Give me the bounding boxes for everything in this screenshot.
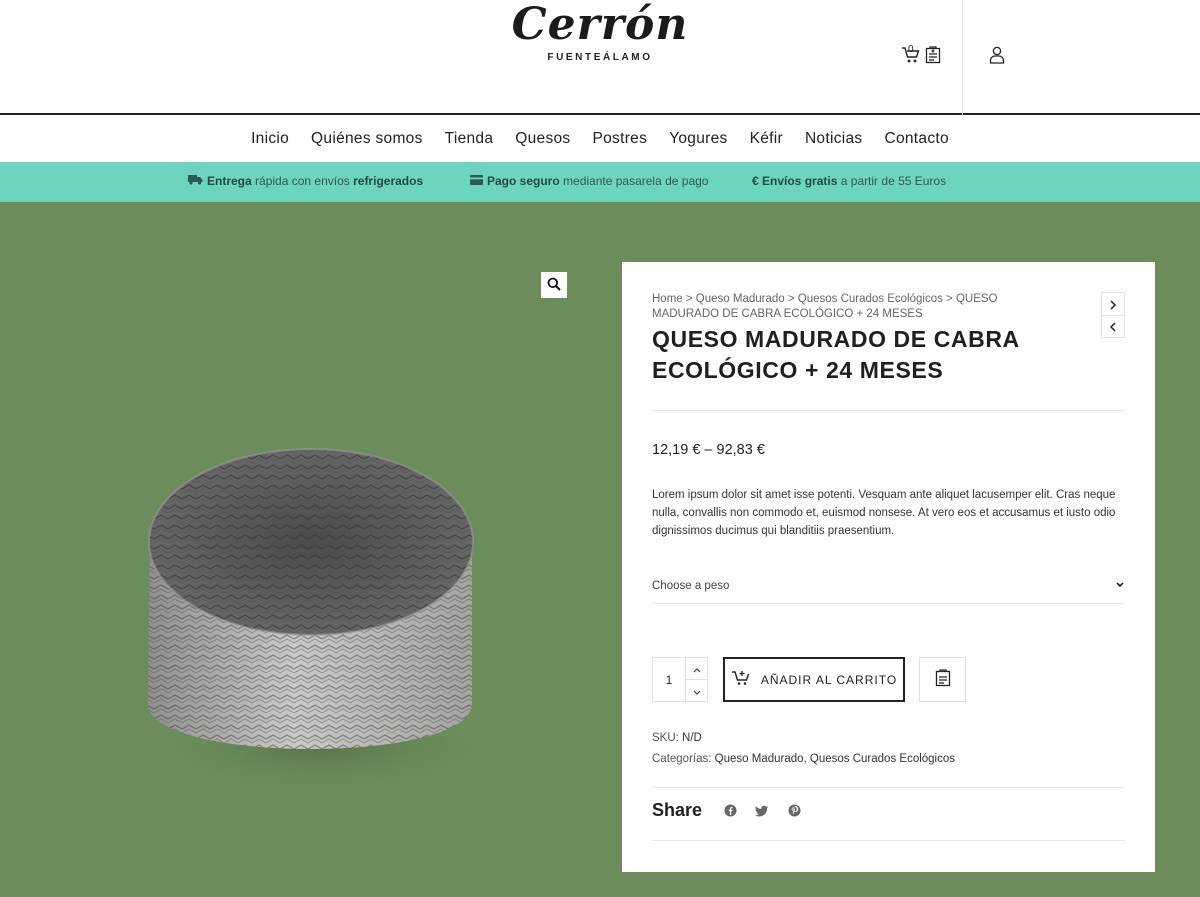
product-title: QUESO MADURADO DE CABRA ECOLÓGICO + 24 M… xyxy=(652,326,1019,383)
wishlist-icon xyxy=(935,668,951,691)
share-section: Share xyxy=(652,800,802,821)
logo-subtitle: FUENTEÁLAMO xyxy=(547,52,653,63)
nav-item-contacto[interactable]: Contacto xyxy=(884,130,948,148)
product-section: Home > Queso Madurado > Quesos Curados E… xyxy=(0,202,1200,897)
header-divider xyxy=(962,0,963,115)
product-price: 12,19 € – 92,83 € xyxy=(652,442,765,458)
quantity-increase-button[interactable] xyxy=(686,658,707,679)
promo-payment-bold: Pago seguro xyxy=(487,174,560,188)
breadcrumb[interactable]: Home > Queso Madurado > Quesos Curados E… xyxy=(652,292,1022,322)
nav-item-quienes-somos[interactable]: Quiénes somos xyxy=(311,130,423,148)
product-sku: SKU: N/D xyxy=(652,732,702,744)
truck-icon xyxy=(188,174,203,188)
weight-select-value: Choose a peso xyxy=(652,579,730,592)
nav-item-yogures[interactable]: Yogures xyxy=(669,130,727,148)
divider xyxy=(652,410,1125,411)
logo-script: Cerrón xyxy=(511,0,689,50)
promo-payment-text: mediante pasarela de pago xyxy=(559,174,709,188)
quantity-decrease-button[interactable] xyxy=(686,679,707,701)
promo-delivery: Entrega rápida con envíos refrigerados xyxy=(188,174,423,188)
zoom-button[interactable] xyxy=(541,272,567,298)
cart-add-icon xyxy=(731,670,751,689)
product-categories: Categorías: Queso Madurado, Quesos Curad… xyxy=(652,753,955,765)
promo-bar: Entrega rápida con envíos refrigerados P… xyxy=(0,162,1200,202)
nav-item-inicio[interactable]: Inicio xyxy=(251,130,289,148)
chevron-up-icon xyxy=(692,659,702,678)
pinterest-icon[interactable] xyxy=(786,803,802,819)
promo-delivery-bold2: refrigerados xyxy=(353,174,424,188)
nav-item-quesos[interactable]: Quesos xyxy=(515,130,570,148)
add-to-wishlist-button[interactable] xyxy=(919,657,966,702)
product-summary-panel: Home > Queso Madurado > Quesos Curados E… xyxy=(622,262,1155,872)
add-to-cart-button[interactable]: AÑADIR AL CARRITO xyxy=(723,657,905,702)
add-to-cart-label: AÑADIR AL CARRITO xyxy=(760,672,898,687)
categories-label: Categorías: xyxy=(652,753,712,765)
site-logo[interactable]: Cerrón FUENTEÁLAMO xyxy=(500,0,700,70)
quantity-stepper: 1 xyxy=(652,657,708,702)
main-navigation: Inicio Quiénes somos Tienda Quesos Postr… xyxy=(0,115,1200,162)
twitter-icon[interactable] xyxy=(754,803,770,819)
promo-shipping: € Envíos gratis a partir de 55 Euros xyxy=(752,174,946,188)
card-icon xyxy=(470,174,483,188)
weight-select[interactable]: Choose a peso xyxy=(652,568,1125,604)
promo-shipping-bold: € Envíos gratis xyxy=(752,174,838,188)
share-label: Share xyxy=(652,800,703,820)
user-icon[interactable] xyxy=(986,44,1008,66)
wishlist-icon[interactable] xyxy=(922,44,944,66)
prev-product-button[interactable] xyxy=(1102,315,1124,337)
sku-value: N/D xyxy=(682,732,702,744)
promo-delivery-text: rápida con envíos xyxy=(251,174,354,188)
nav-item-postres[interactable]: Postres xyxy=(592,130,647,148)
chevron-down-icon xyxy=(1115,580,1125,592)
product-description: Lorem ipsum dolor sit amet isse potenti.… xyxy=(652,489,1116,537)
next-product-button[interactable] xyxy=(1102,293,1124,315)
promo-shipping-text: a partir de 55 Euros xyxy=(837,174,947,188)
divider xyxy=(652,840,1125,841)
nav-item-tienda[interactable]: Tienda xyxy=(445,130,494,148)
promo-payment: Pago seguro mediante pasarela de pago xyxy=(470,174,708,188)
quantity-input[interactable]: 1 xyxy=(653,658,686,701)
search-icon xyxy=(547,276,561,295)
promo-delivery-bold: Entrega xyxy=(207,174,252,188)
nav-item-kefir[interactable]: Kéfir xyxy=(750,130,783,148)
categories-value[interactable]: Queso Madurado, Quesos Curados Ecológico… xyxy=(715,753,955,765)
chevron-right-icon xyxy=(1109,295,1117,314)
site-header: Cerrón FUENTEÁLAMO 0 xyxy=(0,0,1200,115)
product-image[interactable] xyxy=(140,444,500,808)
product-nav-arrows xyxy=(1101,292,1125,338)
chevron-left-icon xyxy=(1109,317,1117,336)
nav-item-noticias[interactable]: Noticias xyxy=(805,130,863,148)
divider xyxy=(652,787,1125,788)
cart-icon[interactable] xyxy=(900,44,922,66)
sku-label: SKU: xyxy=(652,732,679,744)
facebook-icon[interactable] xyxy=(722,803,738,819)
chevron-down-icon xyxy=(692,681,702,700)
